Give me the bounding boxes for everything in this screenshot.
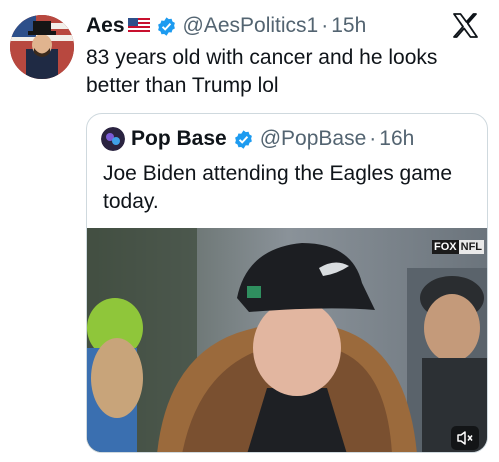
tweet-text: 83 years old with cancer and he looks be…	[86, 46, 438, 97]
author-handle[interactable]: @AesPolitics1	[183, 14, 319, 38]
author-name[interactable]: Aes	[86, 14, 125, 38]
separator-dot: ·	[321, 14, 329, 37]
us-flag-icon	[127, 18, 150, 34]
tweet-header: Aes @AesPolitics1 · 15h	[86, 11, 366, 41]
x-logo-icon[interactable]	[452, 13, 479, 38]
avatar-image	[10, 15, 74, 79]
quote-author-name[interactable]: Pop Base	[131, 127, 227, 151]
quote-avatar[interactable]	[101, 127, 125, 151]
verified-badge-icon	[156, 16, 177, 37]
avatar[interactable]	[10, 15, 74, 79]
quote-author-handle[interactable]: @PopBase	[260, 127, 367, 151]
timestamp[interactable]: 15h	[331, 14, 366, 38]
quote-header: Pop Base @PopBase · 16h	[101, 124, 414, 154]
quote-timestamp[interactable]: 16h	[379, 127, 414, 151]
volume-muted-icon	[457, 431, 473, 445]
separator-dot: ·	[369, 127, 377, 150]
tweet-card[interactable]: Aes @AesPolitics1 · 15h 83 years old wit…	[0, 0, 499, 462]
verified-badge-icon	[233, 129, 254, 150]
mute-button[interactable]	[451, 426, 479, 450]
video-player[interactable]: FOX NFL	[87, 228, 487, 452]
fox-label: FOX	[432, 240, 459, 254]
video-frame	[87, 228, 487, 452]
nfl-label: NFL	[458, 240, 485, 254]
broadcaster-badge: FOX NFL	[432, 240, 485, 254]
quote-text: Joe Biden attending the Eagles game toda…	[103, 162, 453, 213]
quoted-tweet[interactable]: Pop Base @PopBase · 16h Joe Biden attend…	[86, 113, 488, 453]
